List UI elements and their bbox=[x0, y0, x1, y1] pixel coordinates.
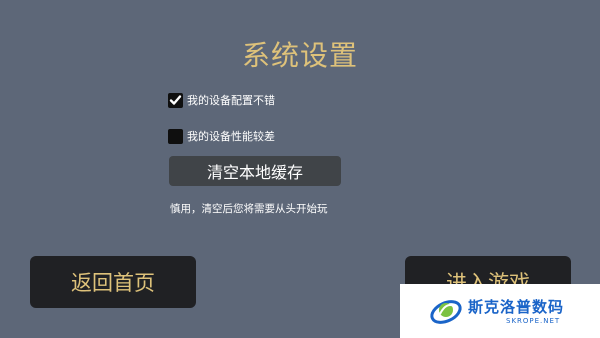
option-good-device[interactable]: 我的设备配置不错 bbox=[168, 92, 275, 108]
option-poor-device[interactable]: 我的设备性能较差 bbox=[168, 128, 275, 144]
option-poor-device-label: 我的设备性能较差 bbox=[187, 130, 275, 143]
checkbox-good-device[interactable] bbox=[168, 92, 183, 108]
watermark-sub: SKROPE.NET bbox=[506, 317, 561, 325]
page-title: 系统设置 bbox=[241, 39, 358, 72]
clear-cache-button[interactable]: 清空本地缓存 bbox=[169, 156, 341, 186]
option-good-device-label: 我的设备配置不错 bbox=[187, 94, 275, 107]
back-home-button[interactable]: 返回首页 bbox=[30, 256, 196, 308]
watermark-brand: 斯克洛普数码 bbox=[468, 298, 565, 316]
checkmark-icon bbox=[169, 94, 182, 105]
clear-cache-warning: 慎用，清空后您将需要从头开始玩 bbox=[170, 203, 328, 215]
watermark: 斯克洛普数码 SKROPE.NET bbox=[400, 284, 600, 338]
brand-logo-icon bbox=[430, 300, 462, 324]
checkbox-poor-device[interactable] bbox=[168, 128, 183, 144]
